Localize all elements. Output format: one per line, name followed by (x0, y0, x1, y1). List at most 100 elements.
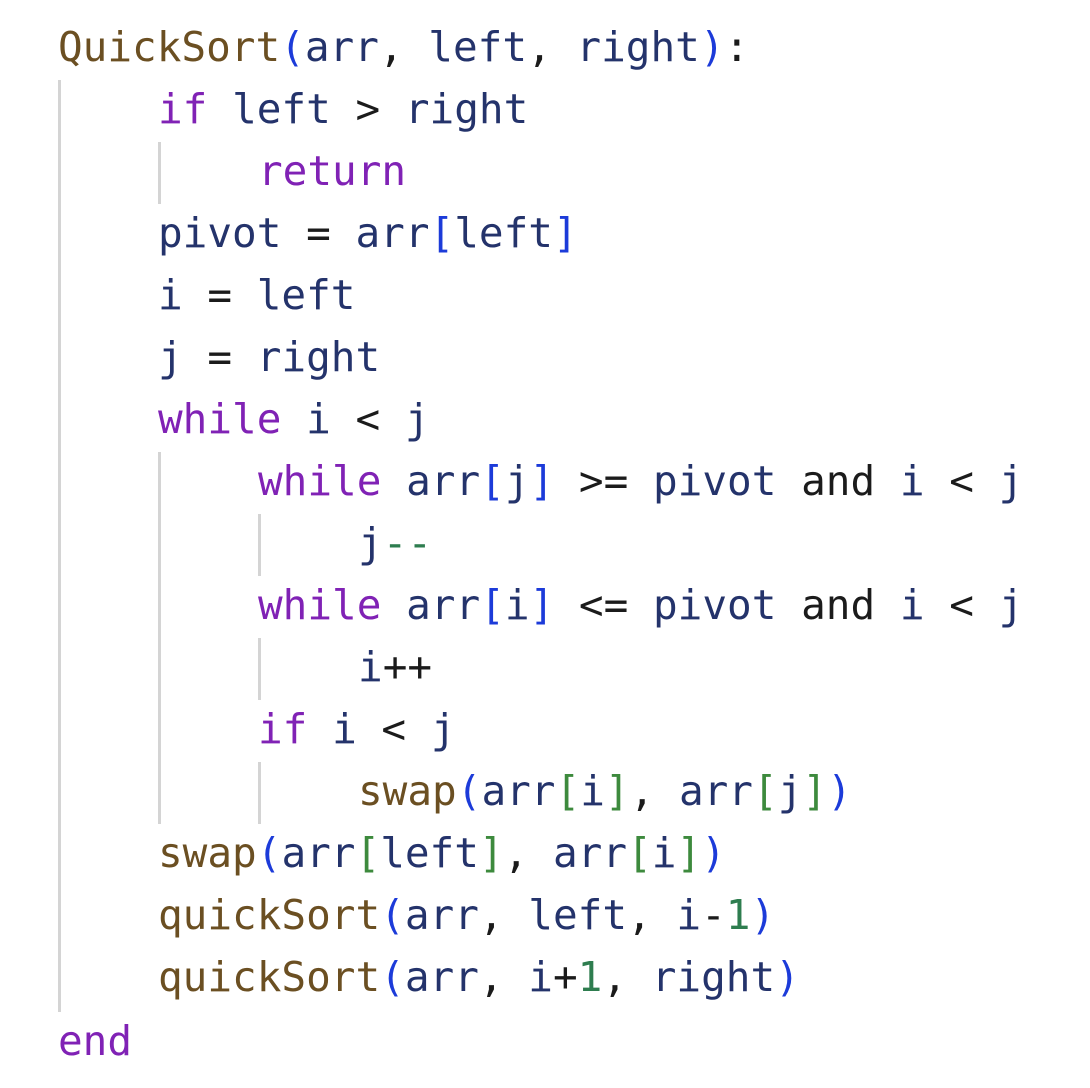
code-token: arr (406, 581, 481, 629)
code-token: i (899, 457, 925, 505)
code-line: while i < j (158, 388, 430, 450)
code-token: i (899, 581, 925, 629)
code-token: i (580, 767, 605, 815)
code-token: while (158, 395, 282, 443)
code-token: ] (529, 457, 555, 505)
code-token: j (504, 457, 530, 505)
code-token: -- (382, 519, 433, 567)
code-token: ] (552, 209, 578, 257)
code-token: [ (480, 457, 505, 505)
code-token: j (777, 767, 803, 815)
code-token: arr (678, 767, 753, 815)
code-token: ] (529, 581, 555, 629)
code-token: while (258, 581, 382, 629)
code-token: <= (554, 581, 653, 629)
code-token: arr (481, 767, 556, 815)
code-token: pivot (652, 581, 777, 629)
code-token: arr (355, 209, 430, 257)
code-token: , (378, 23, 429, 71)
code-line: quickSort(arr, left, i-1) (158, 884, 775, 946)
code-token: , (629, 767, 679, 815)
code-token: and (776, 457, 900, 505)
code-token: i (158, 271, 183, 319)
code-token: , (527, 23, 577, 71)
code-token: ( (280, 23, 305, 71)
code-token: ) (701, 829, 726, 877)
indent-guide (258, 638, 261, 700)
code-line: if left > right (158, 78, 528, 140)
code-token: ( (256, 829, 282, 877)
code-token: left (528, 891, 628, 939)
code-token: j (158, 333, 183, 381)
indent-guide (58, 80, 61, 1012)
code-token: right (256, 333, 381, 381)
code-token: i (504, 581, 530, 629)
indent-guide (258, 514, 261, 576)
code-token: left (232, 85, 331, 133)
code-token: ) (750, 891, 776, 939)
code-token: right (651, 953, 776, 1001)
code-token: ] (478, 829, 504, 877)
indent-guide (158, 452, 161, 824)
code-token: i (528, 953, 553, 1001)
code-token: quickSort (158, 891, 381, 939)
indent-guide (158, 142, 161, 204)
code-line: j-- (358, 512, 432, 574)
code-token: arr (404, 953, 479, 1001)
code-token: j (998, 581, 1024, 629)
code-token: : (724, 23, 750, 71)
code-token: end (58, 1017, 133, 1065)
code-token: swap (358, 767, 457, 815)
code-token: [ (753, 767, 778, 815)
code-token: , (602, 953, 652, 1001)
code-token: < (330, 395, 405, 443)
code-token: = (182, 271, 257, 319)
code-token: pivot (158, 209, 282, 257)
code-line: i = left (158, 264, 356, 326)
code-token: left (380, 829, 479, 877)
code-token: while (258, 457, 382, 505)
code-line: j = right (158, 326, 380, 388)
code-token: if (158, 85, 208, 133)
code-token: if (258, 705, 308, 753)
code-token: ] (604, 767, 630, 815)
code-token: arr (404, 891, 479, 939)
code-token: right (404, 85, 529, 133)
code-token: ++ (382, 643, 433, 691)
code-token: ) (775, 953, 800, 1001)
code-line: end (58, 1010, 132, 1072)
code-token: arr (406, 457, 481, 505)
code-line: pivot = arr[left] (158, 202, 578, 264)
code-token: return (258, 147, 407, 195)
code-token: ( (380, 953, 405, 1001)
code-token: ( (456, 767, 482, 815)
code-token: left (454, 209, 553, 257)
code-token: < (924, 457, 999, 505)
code-line: quickSort(arr, i+1, right) (158, 946, 800, 1008)
code-token: ] (802, 767, 828, 815)
code-view: QuickSort(arr, left, right): if left > ri… (0, 0, 1090, 1088)
code-token: i (651, 829, 677, 877)
code-token: ) (699, 23, 725, 71)
code-token: left (256, 271, 356, 319)
code-token: [ (480, 581, 505, 629)
code-token: left (428, 23, 528, 71)
code-line: while arr[j] >= pivot and i < j (258, 450, 1023, 512)
code-token: [ (555, 767, 581, 815)
code-token: , (503, 829, 553, 877)
code-token: < (356, 705, 431, 753)
code-token: ] (676, 829, 702, 877)
code-token: , (478, 953, 529, 1001)
code-token: ( (380, 891, 405, 939)
code-token: = (281, 209, 356, 257)
code-token: i (332, 705, 357, 753)
code-token: quickSort (158, 953, 381, 1001)
indent-guide (258, 762, 261, 824)
code-token: ) (827, 767, 852, 815)
code-token: - (701, 891, 726, 939)
code-token: = (182, 333, 257, 381)
